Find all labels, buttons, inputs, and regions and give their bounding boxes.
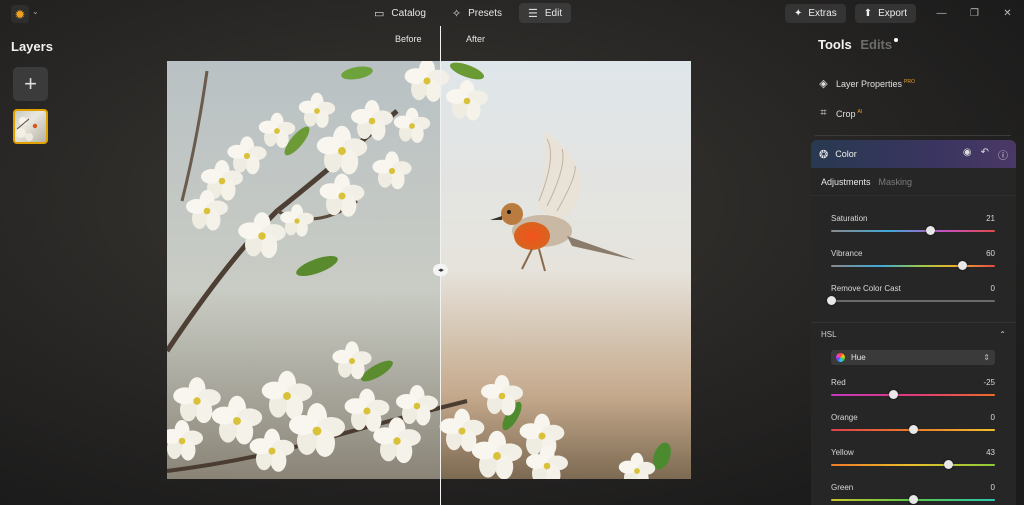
chevron-down-icon[interactable]: ⌄	[32, 7, 39, 16]
close-icon[interactable]: ✕	[991, 8, 1024, 19]
photo-canvas[interactable]	[167, 61, 691, 479]
tab-catalog[interactable]: ▭ Catalog	[365, 3, 435, 23]
select-arrows-icon: ⇕	[983, 353, 990, 362]
mode-switcher: ▭ Catalog ✧ Presets ☰ Edit	[365, 3, 572, 23]
green-track[interactable]	[831, 495, 995, 504]
color-wheel-icon	[836, 353, 845, 362]
green-slider[interactable]: Green 0	[831, 483, 995, 504]
orange-slider[interactable]: Orange 0	[831, 413, 995, 434]
hsl-mode-select[interactable]: Hue ⇕	[831, 350, 995, 365]
tab-catalog-label: Catalog	[391, 7, 426, 19]
saturation-value: 21	[986, 214, 995, 223]
plus-icon: +	[24, 71, 37, 96]
pro-badge: PRO	[904, 78, 915, 85]
orange-knob[interactable]	[909, 425, 918, 434]
tool-crop[interactable]: ⌗ Crop AI	[818, 107, 862, 120]
saturation-label: Saturation	[831, 214, 868, 223]
red-knob[interactable]	[888, 390, 898, 399]
yellow-knob[interactable]	[944, 460, 954, 469]
hsl-mode-value: Hue	[851, 353, 866, 362]
extras-button[interactable]: ✦ Extras	[784, 3, 846, 23]
red-value: -25	[983, 378, 995, 387]
tab-tools[interactable]: Tools	[818, 37, 852, 52]
color-circles-icon: ❂	[819, 148, 829, 161]
orange-value: 0	[990, 413, 995, 422]
yellow-label: Yellow	[831, 448, 854, 457]
remove-color-cast-value: 0	[990, 284, 995, 293]
vibrance-track[interactable]	[831, 261, 995, 270]
yellow-track[interactable]	[831, 460, 995, 469]
vibrance-knob[interactable]	[958, 261, 968, 270]
yellow-slider[interactable]: Yellow 43	[831, 448, 995, 469]
red-label: Red	[831, 378, 846, 387]
before-label: Before	[395, 34, 422, 44]
undo-icon[interactable]: ↶	[981, 147, 989, 162]
sun-logo-icon[interactable]: ✹	[11, 5, 29, 23]
restore-icon[interactable]: ❐	[958, 8, 991, 19]
after-label: After	[466, 34, 486, 44]
orange-label: Orange	[831, 413, 858, 422]
presets-icon: ✧	[451, 7, 462, 20]
chevron-up-icon[interactable]: ⌃	[999, 330, 1006, 339]
tab-masking[interactable]: Masking	[879, 177, 913, 187]
yellow-value: 43	[986, 448, 995, 457]
color-panel: ❂ Color ◉ ↶ ⓘ Adjustments Masking Satura…	[811, 140, 1016, 505]
export-button[interactable]: ⬆ Export	[854, 3, 916, 23]
tool-crop-label: Crop AI	[836, 108, 863, 119]
edits-notification-dot	[894, 38, 898, 42]
vibrance-value: 60	[986, 249, 995, 258]
saturation-slider[interactable]: Saturation 21	[831, 214, 995, 235]
layers-icon: ◈	[819, 78, 828, 90]
remove-color-cast-knob[interactable]	[827, 296, 836, 305]
split-handle-icon[interactable]: ◂▸	[433, 264, 448, 276]
red-track[interactable]	[831, 390, 995, 399]
orange-track[interactable]	[831, 425, 995, 434]
divider	[815, 135, 1011, 136]
red-slider[interactable]: Red -25	[831, 378, 995, 399]
panel-tabs: Tools Edits	[818, 37, 892, 52]
color-panel-title: Color	[835, 149, 857, 159]
catalog-icon: ▭	[374, 7, 385, 20]
divider	[811, 322, 1016, 323]
eye-icon[interactable]: ◉	[963, 147, 972, 162]
remove-color-cast-label: Remove Color Cast	[831, 284, 901, 293]
remove-color-cast-slider[interactable]: Remove Color Cast 0	[827, 284, 995, 305]
tab-presets[interactable]: ✧ Presets	[443, 3, 511, 23]
info-icon[interactable]: ⓘ	[998, 147, 1008, 162]
top-right-controls: ✦ Extras ⬆ Export — ❐ ✕	[784, 3, 1024, 23]
layer-thumbnail[interactable]	[13, 109, 48, 144]
minimize-icon[interactable]: —	[925, 8, 958, 19]
export-icon: ⬆	[863, 7, 873, 19]
hsl-title: HSL	[821, 330, 837, 339]
remove-color-cast-track[interactable]	[827, 296, 995, 305]
ai-badge: AI	[857, 108, 863, 115]
saturation-track[interactable]	[831, 226, 995, 235]
green-value: 0	[990, 483, 995, 492]
tool-layer-properties-label: Layer Properties PRO	[836, 78, 915, 89]
color-panel-header[interactable]: ❂ Color ◉ ↶ ⓘ	[811, 140, 1016, 168]
color-panel-tabs: Adjustments Masking	[811, 168, 1016, 196]
sparkle-icon: ✦	[793, 7, 803, 19]
export-label: Export	[878, 7, 907, 19]
vibrance-label: Vibrance	[831, 249, 863, 258]
extras-label: Extras	[808, 7, 837, 19]
vibrance-slider[interactable]: Vibrance 60	[831, 249, 995, 270]
tool-layer-properties[interactable]: ◈ Layer Properties PRO	[818, 77, 915, 90]
top-bar: ✹ ⌄ ▭ Catalog ✧ Presets ☰ Edit ✦ Extras …	[0, 0, 1024, 26]
saturation-knob[interactable]	[926, 226, 936, 235]
tab-edits[interactable]: Edits	[860, 37, 892, 52]
green-knob[interactable]	[909, 495, 918, 504]
add-layer-button[interactable]: +	[13, 67, 48, 101]
tab-adjustments[interactable]: Adjustments	[821, 177, 871, 187]
hsl-section-header[interactable]: HSL ⌃	[821, 330, 1006, 339]
green-label: Green	[831, 483, 854, 492]
layers-title: Layers	[11, 39, 53, 54]
tab-presets-label: Presets	[468, 7, 502, 19]
tab-edit-label: Edit	[544, 7, 563, 19]
sliders-icon: ☰	[528, 7, 538, 20]
tab-edit[interactable]: ☰ Edit	[519, 3, 572, 23]
crop-icon: ⌗	[820, 107, 827, 119]
